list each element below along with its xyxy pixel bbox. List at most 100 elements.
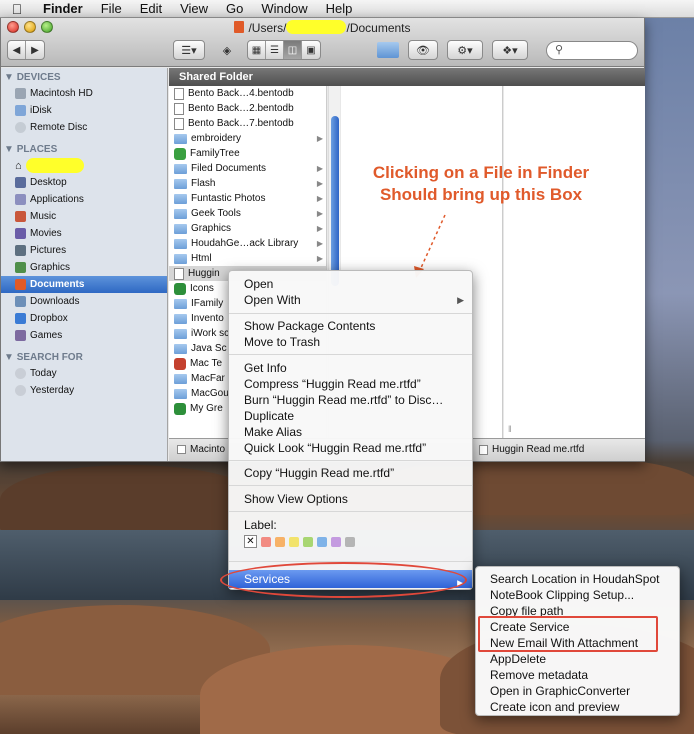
disclosure-icon[interactable]: ▼ <box>4 352 17 363</box>
menu-item-open[interactable]: Open <box>244 276 273 292</box>
sidebar-item-idisk[interactable]: iDisk <box>1 102 167 119</box>
arrange-button[interactable]: ☰▾ <box>173 40 205 60</box>
menu-finder[interactable]: Finder <box>34 1 92 16</box>
menu-separator <box>229 460 472 461</box>
desktop-icon <box>15 177 26 188</box>
menu-edit[interactable]: Edit <box>131 1 171 16</box>
label-color-swatch[interactable] <box>275 536 285 547</box>
sidebar-item-games[interactable]: Games <box>1 327 167 344</box>
menu-item-burn[interactable]: Burn “Huggin Read me.rtfd” to Disc… <box>244 392 443 408</box>
icon-view-icon[interactable]: ▦ <box>248 41 266 59</box>
file-name: Filed Documents <box>191 163 267 174</box>
column-resize-icon[interactable]: ‖ <box>508 424 512 434</box>
file-row[interactable]: Graphics ▶ <box>169 221 326 236</box>
view-mode-control[interactable]: ▦ ☰ ◫ ▣ <box>247 40 321 60</box>
disclosure-icon[interactable]: ▼ <box>4 144 17 155</box>
menu-item-move-trash[interactable]: Move to Trash <box>244 334 320 350</box>
gear-icon: ⚙▾ <box>457 44 473 57</box>
new-folder-icon[interactable] <box>374 40 402 60</box>
list-view-icon[interactable]: ☰ <box>266 41 284 59</box>
sidebar-item-macintosh-hd[interactable]: Macintosh HD <box>1 85 167 102</box>
menu-item-copy[interactable]: Copy “Huggin Read me.rtfd” <box>244 465 394 481</box>
file-row[interactable]: Bento Back…4.bentodb <box>169 86 326 101</box>
file-row[interactable]: Bento Back…7.bentodb <box>169 116 326 131</box>
no-label-icon[interactable]: ✕ <box>244 535 257 548</box>
file-row[interactable]: Filed Documents ▶ <box>169 161 326 176</box>
file-row[interactable]: Bento Back…2.bentodb <box>169 101 326 116</box>
file-row[interactable]: HoudahGe…ack Library ▶ <box>169 236 326 251</box>
service-item[interactable]: NoteBook Clipping Setup... <box>490 587 634 603</box>
sidebar-item-downloads[interactable]: Downloads <box>1 293 167 310</box>
menu-file[interactable]: File <box>92 1 131 16</box>
sidebar-item-graphics[interactable]: Graphics <box>1 259 167 276</box>
file-row[interactable]: Funtastic Photos ▶ <box>169 191 326 206</box>
quick-look-button[interactable]: 👁 <box>408 40 438 60</box>
sidebar-item-desktop[interactable]: Desktop <box>1 174 167 191</box>
scroll-thumb[interactable] <box>331 116 339 286</box>
sidebar-item-music[interactable]: Music <box>1 208 167 225</box>
folder-icon <box>174 193 187 204</box>
app-icon <box>174 282 186 295</box>
file-name: Invento <box>191 313 224 324</box>
service-item[interactable]: AppDelete <box>490 651 546 667</box>
menu-item-quick-look[interactable]: Quick Look “Huggin Read me.rtfd” <box>244 440 426 456</box>
menu-item-open-with[interactable]: Open With <box>244 292 464 308</box>
label-color-swatch[interactable] <box>303 536 313 547</box>
sidebar-item-dropbox[interactable]: Dropbox <box>1 310 167 327</box>
service-item[interactable]: Open in GraphicConverter <box>490 683 630 699</box>
label-color-swatch[interactable] <box>317 536 327 547</box>
service-item[interactable]: Remove metadata <box>490 667 588 683</box>
back-forward-control[interactable]: ◀ ▶ <box>7 40 45 60</box>
menu-item-get-info[interactable]: Get Info <box>244 360 287 376</box>
arrange-icon: ☰▾ <box>181 44 197 57</box>
label-color-swatch[interactable] <box>261 536 271 547</box>
path-item-disk[interactable]: Macinto <box>177 444 225 455</box>
sidebar-item-home[interactable]: ⌂ <box>1 157 167 174</box>
menu-separator <box>229 354 472 355</box>
sidebar-head-places: ▼ PLACES <box>4 144 58 155</box>
file-name: Html <box>191 253 212 264</box>
folder-icon <box>174 238 187 249</box>
sidebar-item-pictures[interactable]: Pictures <box>1 242 167 259</box>
label-color-swatch[interactable] <box>289 536 299 547</box>
toolbar: ◀ ▶ ☰▾ ◈ ▦ ☰ ◫ ▣ 👁 ⚙▾ ❖▾ ⚲ <box>1 38 644 66</box>
disclosure-icon[interactable]: ▼ <box>4 72 17 83</box>
file-row[interactable]: Geek Tools ▶ <box>169 206 326 221</box>
menu-go[interactable]: Go <box>217 1 252 16</box>
label-color-swatch[interactable] <box>345 536 355 547</box>
coverflow-view-icon[interactable]: ▣ <box>302 41 320 59</box>
sidebar-item-movies[interactable]: Movies <box>1 225 167 242</box>
documents-icon <box>15 279 26 290</box>
search-field[interactable]: ⚲ <box>546 41 638 60</box>
menu-item-duplicate[interactable]: Duplicate <box>244 408 294 424</box>
file-row[interactable]: Html ▶ <box>169 251 326 266</box>
burn-icon[interactable]: ◈ <box>216 40 238 60</box>
menu-help[interactable]: Help <box>317 1 362 16</box>
sidebar-item-yesterday[interactable]: Yesterday <box>1 382 167 399</box>
apple-menu-icon[interactable]:  <box>0 1 34 17</box>
label-color-swatch[interactable] <box>331 536 341 547</box>
file-row[interactable]: FamilyTree <box>169 146 326 161</box>
menu-item-compress[interactable]: Compress “Huggin Read me.rtfd” <box>244 376 421 392</box>
sidebar-item-today[interactable]: Today <box>1 365 167 382</box>
menu-item-show-package[interactable]: Show Package Contents <box>244 318 375 334</box>
menu-window[interactable]: Window <box>252 1 316 16</box>
sidebar-item-applications[interactable]: Applications <box>1 191 167 208</box>
path-item-file[interactable]: Huggin Read me.rtfd <box>479 444 584 455</box>
file-name: MacFar <box>191 373 225 384</box>
column-view-icon[interactable]: ◫ <box>284 41 302 59</box>
forward-icon[interactable]: ▶ <box>26 41 44 59</box>
sidebar-item-remote-disc[interactable]: Remote Disc <box>1 119 167 136</box>
action-button[interactable]: ⚙▾ <box>447 40 483 60</box>
service-item[interactable]: Create icon and preview <box>490 699 619 715</box>
menu-view[interactable]: View <box>171 1 217 16</box>
service-item[interactable]: Search Location in HoudahSpot <box>490 571 659 587</box>
file-row[interactable]: Flash ▶ <box>169 176 326 191</box>
menu-item-show-view-options[interactable]: Show View Options <box>244 491 348 507</box>
menu-item-make-alias[interactable]: Make Alias <box>244 424 302 440</box>
file-name: My Gre <box>190 403 223 414</box>
dropbox-button[interactable]: ❖▾ <box>492 40 528 60</box>
sidebar-item-documents[interactable]: Documents <box>1 276 167 293</box>
back-icon[interactable]: ◀ <box>8 41 26 59</box>
file-row[interactable]: embroidery ▶ <box>169 131 326 146</box>
